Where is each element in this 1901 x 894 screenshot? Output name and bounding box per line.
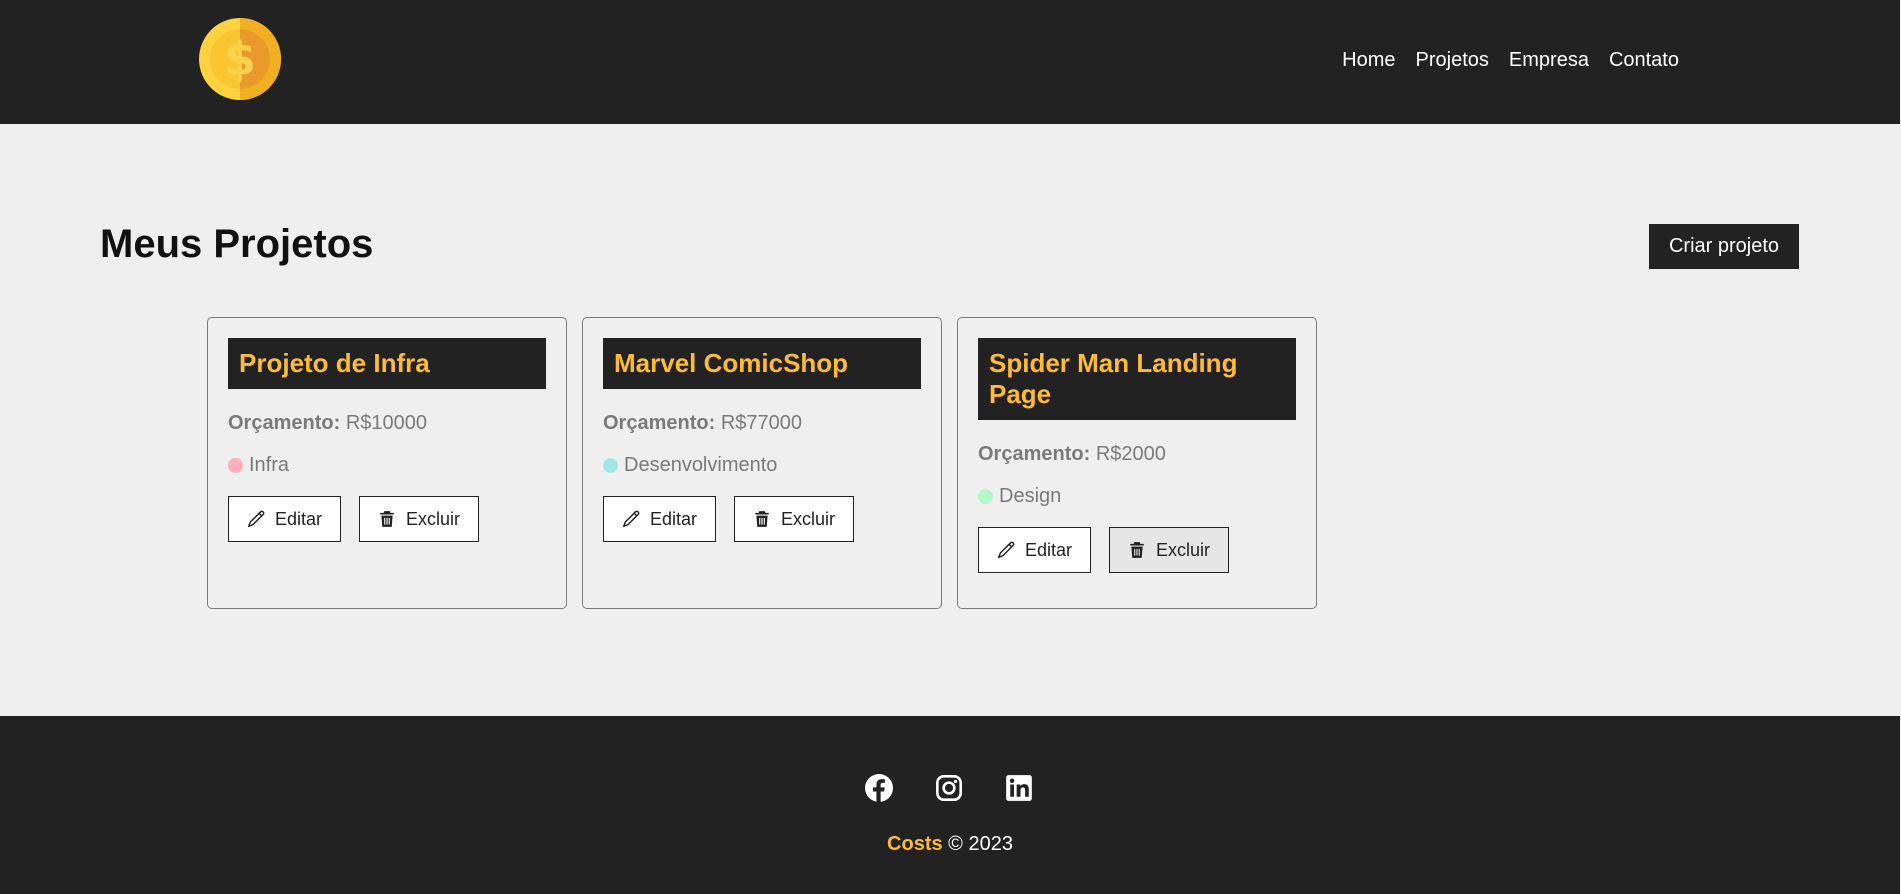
delete-label: Excluir — [1156, 539, 1211, 560]
category-dot — [978, 489, 993, 504]
edit-label: Editar — [650, 508, 698, 529]
budget-label: Orçamento: — [228, 412, 341, 434]
copyright: Costs © 2023 — [0, 833, 1900, 856]
project-list: Projeto de Infra Orçamento: R$10000 Infr… — [207, 317, 1317, 609]
edit-button[interactable]: Editar — [228, 496, 342, 542]
nav-link-projetos[interactable]: Projetos — [1416, 49, 1489, 71]
pencil-icon — [997, 541, 1015, 559]
brand-name: Costs — [887, 833, 943, 855]
category-label: Desenvolvimento — [624, 454, 778, 476]
navbar: $ Home Projetos Empresa Contato — [0, 0, 1900, 124]
edit-label: Editar — [275, 508, 323, 529]
trash-icon — [755, 511, 769, 527]
project-category: Design — [978, 485, 1296, 508]
project-budget: Orçamento: R$10000 — [228, 412, 546, 435]
budget-value: R$2000 — [1095, 443, 1166, 465]
budget-label: Orçamento: — [978, 443, 1091, 465]
project-category: Desenvolvimento — [603, 454, 921, 477]
card-actions: Editar Excluir — [978, 527, 1296, 573]
project-title: Spider Man Landing Page — [978, 338, 1296, 420]
category-label: Design — [999, 485, 1062, 507]
pencil-icon — [247, 510, 265, 528]
nav-links: Home Projetos Empresa Contato — [1342, 49, 1679, 72]
dollar-coin-icon[interactable]: $ — [199, 18, 281, 100]
linkedin-icon[interactable] — [1005, 774, 1033, 802]
project-card: Marvel ComicShop Orçamento: R$77000 Dese… — [582, 317, 942, 609]
instagram-icon[interactable] — [935, 774, 963, 802]
edit-button[interactable]: Editar — [978, 527, 1092, 573]
create-project-button[interactable]: Criar projeto — [1649, 224, 1799, 269]
budget-value: R$10000 — [345, 412, 427, 434]
project-title: Marvel ComicShop — [603, 338, 921, 389]
pencil-icon — [622, 510, 640, 528]
card-actions: Editar Excluir — [603, 496, 921, 542]
project-budget: Orçamento: R$2000 — [978, 443, 1296, 466]
nav-link-empresa[interactable]: Empresa — [1509, 49, 1589, 71]
budget-label: Orçamento: — [603, 412, 716, 434]
project-title: Projeto de Infra — [228, 338, 546, 389]
edit-label: Editar — [1025, 539, 1073, 560]
footer: Costs © 2023 — [0, 716, 1900, 894]
delete-button[interactable]: Excluir — [734, 496, 855, 542]
page-title: Meus Projetos — [100, 222, 374, 266]
copyright-text: © 2023 — [948, 833, 1013, 855]
delete-label: Excluir — [406, 508, 461, 529]
project-category: Infra — [228, 454, 546, 477]
nav-link-home[interactable]: Home — [1342, 49, 1395, 71]
category-dot — [228, 458, 243, 473]
project-budget: Orçamento: R$77000 — [603, 412, 921, 435]
card-actions: Editar Excluir — [228, 496, 546, 542]
facebook-icon[interactable] — [865, 774, 893, 802]
category-dot — [603, 458, 618, 473]
edit-button[interactable]: Editar — [603, 496, 717, 542]
category-label: Infra — [249, 454, 290, 476]
social-links — [865, 774, 1033, 802]
trash-icon — [1130, 542, 1144, 558]
budget-value: R$77000 — [720, 412, 802, 434]
project-card: Projeto de Infra Orçamento: R$10000 Infr… — [207, 317, 567, 609]
trash-icon — [380, 511, 394, 527]
project-card: Spider Man Landing Page Orçamento: R$200… — [957, 317, 1317, 609]
delete-button[interactable]: Excluir — [1109, 527, 1230, 573]
delete-button[interactable]: Excluir — [359, 496, 480, 542]
nav-link-contato[interactable]: Contato — [1609, 49, 1679, 71]
delete-label: Excluir — [781, 508, 836, 529]
